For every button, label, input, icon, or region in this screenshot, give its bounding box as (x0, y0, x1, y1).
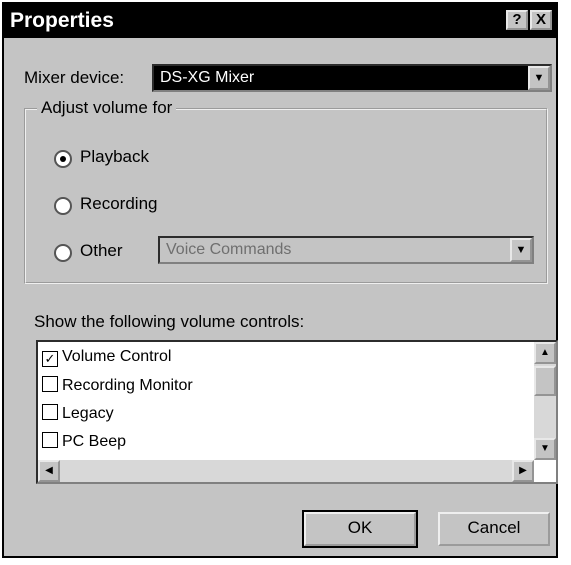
list-item-label: Recording Monitor (62, 377, 193, 394)
scroll-down-icon[interactable]: ▼ (534, 438, 556, 460)
mixer-device-select[interactable]: DS-XG Mixer ▼ (152, 64, 552, 92)
mixer-device-value: DS-XG Mixer (160, 69, 255, 86)
scroll-thumb[interactable] (534, 366, 556, 396)
radio-selected-icon (60, 156, 66, 162)
radio-recording-label[interactable]: Recording (80, 194, 158, 214)
horizontal-scrollbar[interactable]: ◀ ▶ (38, 460, 534, 482)
vertical-scrollbar[interactable]: ▲ ▼ (534, 342, 556, 460)
scroll-up-icon[interactable]: ▲ (534, 342, 556, 364)
scroll-right-icon[interactable]: ▶ (512, 460, 534, 482)
close-button[interactable]: X (530, 10, 552, 30)
checkbox-checked-icon[interactable]: ✓ (42, 351, 58, 367)
help-button[interactable]: ? (506, 10, 528, 30)
cancel-button[interactable]: Cancel (438, 512, 550, 546)
list-item-pc-beep[interactable]: PC Beep (42, 432, 126, 451)
title-bar[interactable]: Properties ? X (4, 4, 556, 38)
list-item-legacy[interactable]: Legacy (42, 404, 114, 423)
list-item-label: Volume Control (62, 348, 172, 365)
dropdown-arrow-icon[interactable]: ▼ (510, 238, 532, 262)
scroll-left-icon[interactable]: ◀ (38, 460, 60, 482)
radio-playback[interactable] (54, 150, 72, 168)
mixer-device-label: Mixer device: (24, 68, 125, 87)
other-device-select[interactable]: Voice Commands ▼ (158, 236, 534, 264)
list-item-label: Legacy (62, 405, 114, 422)
window-title: Properties (10, 9, 114, 32)
checkbox-icon[interactable] (42, 376, 58, 392)
list-item-label: PC Beep (62, 433, 127, 450)
other-device-value: Voice Commands (166, 241, 292, 258)
checkbox-icon[interactable] (42, 432, 58, 448)
volume-controls-label: Show the following volume controls: (34, 312, 305, 331)
radio-other-label[interactable]: Other (80, 241, 123, 261)
list-item-recording-monitor[interactable]: Recording Monitor (42, 376, 193, 395)
properties-dialog: Properties ? X Mixer device: DS-XG Mixer… (2, 2, 558, 558)
radio-playback-label[interactable]: Playback (80, 147, 149, 167)
radio-recording[interactable] (54, 197, 72, 215)
ok-button[interactable]: OK (302, 510, 418, 548)
checkbox-icon[interactable] (42, 404, 58, 420)
dropdown-arrow-icon[interactable]: ▼ (528, 66, 550, 90)
radio-other[interactable] (54, 244, 72, 262)
list-item-volume-control[interactable]: ✓ Volume Control (42, 348, 171, 367)
volume-controls-list[interactable]: ✓ Volume Control Recording Monitor Legacy… (36, 340, 558, 484)
adjust-volume-legend: Adjust volume for (37, 98, 177, 118)
